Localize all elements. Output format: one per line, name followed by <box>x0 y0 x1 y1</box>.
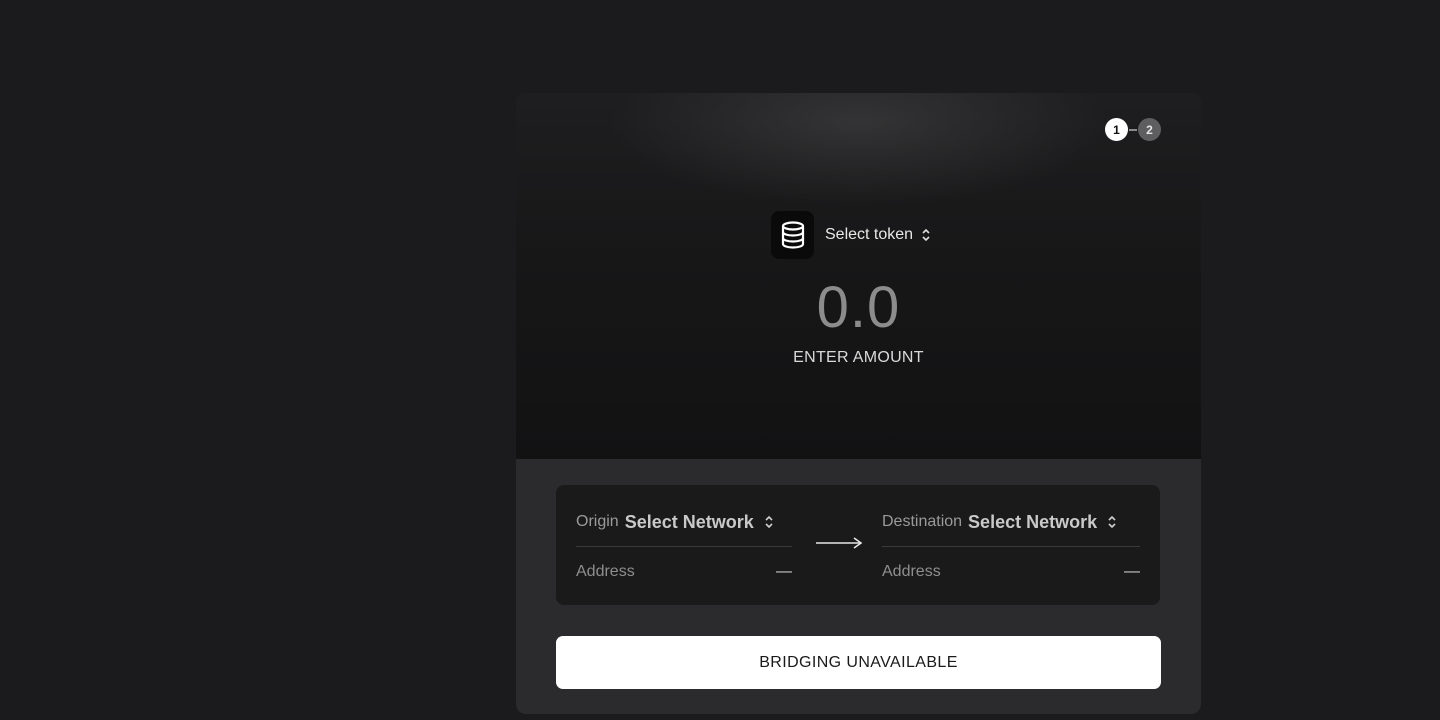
bridge-card: 1 2 Select token 0.0 ENTER AMOUNT Origin… <box>516 93 1201 714</box>
destination-address-label: Address <box>882 563 941 580</box>
select-token-button[interactable]: Select token <box>771 211 931 259</box>
origin-address-value: — <box>776 563 792 580</box>
origin-divider <box>576 546 792 547</box>
step-1: 1 <box>1105 118 1128 141</box>
destination-network-select[interactable]: Destination Select Network <box>882 507 1140 537</box>
destination-label: Destination <box>882 513 963 530</box>
origin-network-value: Select Network <box>624 511 754 532</box>
amount-input[interactable]: 0.0 <box>516 275 1201 341</box>
origin-address-row: Address — <box>576 561 792 583</box>
bridging-unavailable-button[interactable]: BRIDGING UNAVAILABLE <box>556 636 1161 689</box>
origin-label: Origin <box>576 513 619 530</box>
network-panel: Origin Select Network Address — Destinat… <box>556 485 1160 605</box>
step-indicator: 1 2 <box>1105 118 1161 141</box>
coin-stack-icon <box>771 211 814 259</box>
destination-address-row: Address — <box>882 561 1140 583</box>
origin-address-label: Address <box>576 563 635 580</box>
step-connector <box>1129 128 1137 131</box>
amount-label: ENTER AMOUNT <box>793 349 924 366</box>
destination-column: Destination Select Network Address — <box>882 485 1140 605</box>
step-2: 2 <box>1138 118 1161 141</box>
arrow-right-icon <box>814 535 864 556</box>
chevron-up-down-icon <box>921 228 931 242</box>
origin-network-select[interactable]: Origin Select Network <box>576 507 792 537</box>
origin-column: Origin Select Network Address — <box>576 485 792 605</box>
destination-network-value: Select Network <box>968 511 1098 532</box>
bridge-page: 1 2 Select token 0.0 ENTER AMOUNT Origin… <box>0 0 1440 720</box>
select-token-label: Select token <box>825 226 914 243</box>
destination-divider <box>882 546 1140 547</box>
chevron-up-down-icon <box>764 515 774 529</box>
chevron-up-down-icon <box>1107 515 1117 529</box>
amount-section: 1 2 Select token 0.0 ENTER AMOUNT <box>516 93 1201 459</box>
destination-address-value: — <box>1124 563 1140 580</box>
